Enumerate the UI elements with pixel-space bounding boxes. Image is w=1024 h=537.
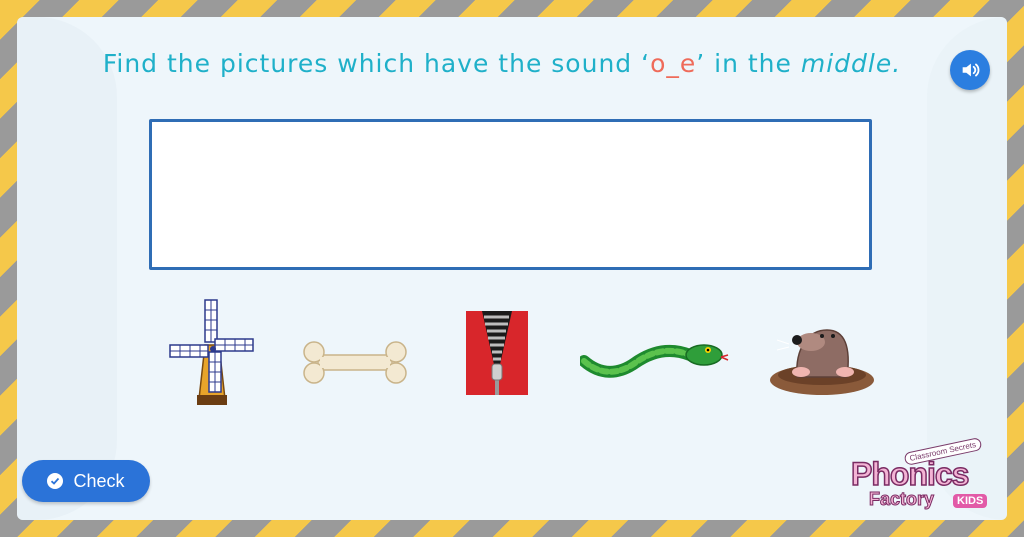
audio-button[interactable]: [950, 50, 990, 90]
picture-mole[interactable]: [767, 312, 877, 397]
instruction-middle-text: ’ in the: [696, 49, 801, 78]
logo-sub-text: Factory: [868, 489, 935, 510]
background-wave-left: [17, 17, 117, 520]
instruction-prefix: Find the pictures which have the sound ‘: [102, 49, 651, 78]
check-button-label: Check: [73, 470, 125, 491]
snake-picture: [578, 344, 729, 378]
instruction-suffix: .: [892, 49, 902, 78]
instruction-title: Find the pictures which have the sound ‘…: [72, 49, 932, 78]
picture-bone[interactable]: [300, 340, 410, 385]
logo-main-text: Phonics: [850, 455, 970, 493]
check-button[interactable]: Check: [22, 460, 150, 502]
windmill-picture: [169, 299, 254, 405]
picture-windmill[interactable]: [167, 297, 257, 412]
phonics-factory-logo: Classroom Secrets Phonics Factory KIDS: [849, 437, 999, 518]
check-icon: [47, 473, 64, 489]
mole-picture: [770, 329, 874, 395]
speaker-icon: [962, 63, 980, 77]
bone-picture: [303, 341, 407, 384]
zip-picture: [466, 311, 528, 395]
logo-kids-badge: KIDS: [953, 494, 988, 508]
answer-drop-zone[interactable]: [149, 119, 872, 270]
instruction-sound: o_e: [650, 49, 697, 78]
activity-card: Find the pictures which have the sound ‘…: [17, 17, 1007, 520]
picture-zip[interactable]: [464, 309, 530, 397]
picture-snake[interactable]: [578, 333, 730, 383]
instruction-emphasis: middle: [800, 49, 893, 78]
